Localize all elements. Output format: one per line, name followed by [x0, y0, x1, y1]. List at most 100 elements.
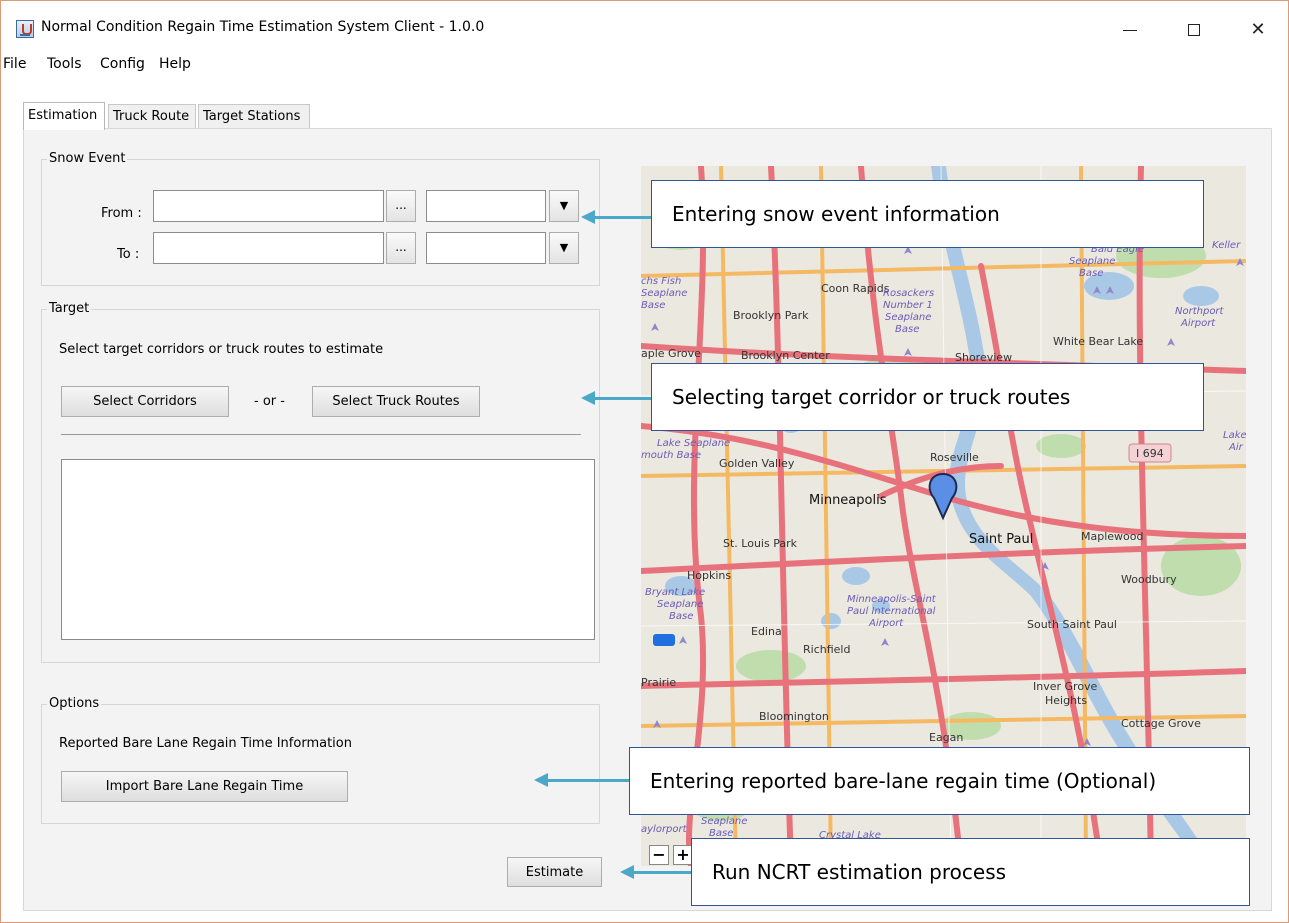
map-label-bald-eagle-3: Base — [1079, 268, 1104, 279]
minimize-button[interactable] — [1107, 15, 1153, 45]
map-label-edina: Edina — [751, 625, 782, 638]
from-date-field[interactable] — [153, 190, 384, 222]
select-truck-routes-button[interactable]: Select Truck Routes — [312, 386, 480, 417]
map-label-keller: Keller — [1212, 240, 1241, 251]
map-label-coon-rapids: Coon Rapids — [821, 282, 890, 295]
chevron-down-icon: ▼ — [559, 241, 569, 254]
app-window: Normal Condition Regain Time Estimation … — [0, 0, 1289, 923]
from-date-picker-button[interactable]: ... — [386, 190, 416, 222]
select-corridors-button[interactable]: Select Corridors — [61, 386, 229, 417]
selected-targets-list[interactable] — [61, 459, 595, 640]
callout-snow-event: Entering snow event information — [651, 180, 1204, 248]
close-icon: ✕ — [1250, 19, 1266, 40]
map-label-msp: Minneapolis-Saint — [847, 594, 936, 605]
map-label-cottage-grove: Cottage Grove — [1121, 717, 1201, 730]
options-group — [41, 704, 600, 824]
callout-target: Selecting target corridor or truck route… — [651, 363, 1204, 431]
target-title: Target — [47, 301, 92, 316]
callout-arrow-run — [620, 865, 691, 879]
map-label-prairie: Prairie — [641, 676, 677, 689]
zoom-out-button[interactable]: − — [649, 845, 669, 865]
estimate-button[interactable]: Estimate — [507, 857, 602, 887]
map-label-maplewood: Maplewood — [1081, 530, 1144, 543]
from-time-field[interactable] — [426, 190, 546, 222]
map-label-bryant-2: Seaplane — [657, 599, 704, 610]
callout-run: Run NCRT estimation process — [691, 838, 1250, 906]
maximize-icon — [1188, 24, 1200, 36]
map-label-rosackers: Rosackers — [883, 288, 935, 299]
map-label-bloomington: Bloomington — [759, 710, 829, 723]
menu-config[interactable]: Config — [100, 56, 145, 72]
map-label-south-saint-paul: South Saint Paul — [1027, 618, 1117, 631]
map-label-bryant: Bryant Lake — [645, 587, 706, 598]
tab-estimation[interactable]: Estimation — [23, 102, 105, 130]
callout-arrow-target — [581, 391, 651, 405]
map-label-hopkins: Hopkins — [687, 569, 732, 582]
options-title: Options — [47, 696, 102, 711]
menu-help[interactable]: Help — [159, 56, 191, 72]
map-label-lake-air: Lake — [1223, 430, 1246, 441]
map-label-northport-2: Airport — [1181, 318, 1216, 329]
or-text: - or - — [254, 394, 285, 409]
snow-event-title: Snow Event — [47, 151, 128, 166]
target-separator — [61, 434, 581, 435]
map-label-inver-grove-2: Heights — [1045, 694, 1088, 707]
callout-arrow-snow-event — [581, 210, 651, 224]
map-label-lake-seaplane: Lake Seaplane — [657, 438, 731, 449]
menu-tools[interactable]: Tools — [47, 56, 82, 72]
map-label-fish-3: Base — [641, 300, 666, 311]
to-date-field[interactable] — [153, 232, 384, 264]
import-bare-lane-button[interactable]: Import Bare Lane Regain Time — [61, 771, 348, 802]
map-label-rosackers-4: Base — [895, 324, 920, 335]
map-label-maple-grove: aple Grove — [641, 347, 701, 360]
map-label-inver-grove: Inver Grove — [1033, 680, 1098, 693]
map-label-minneapolis: Minneapolis — [809, 493, 887, 508]
map-label-plymouth: mouth Base — [641, 450, 701, 461]
to-label: To : — [117, 247, 140, 262]
map-label-northport: Northport — [1175, 306, 1224, 317]
bare-lane-label: Reported Bare Lane Regain Time Informati… — [59, 736, 352, 751]
map-label-golden-valley: Golden Valley — [719, 457, 795, 470]
title-bar: Normal Condition Regain Time Estimation … — [1, 1, 1288, 45]
from-label: From : — [101, 206, 142, 221]
map-label-richfield: Richfield — [803, 643, 851, 656]
map-label-flyport: aylorport — [641, 824, 687, 835]
callout-arrow-bare-lane — [534, 773, 629, 787]
map-label-saint-paul: Saint Paul — [969, 532, 1034, 547]
target-instruction: Select target corridors or truck routes … — [59, 342, 384, 357]
map-label-rosackers-2: Number 1 — [883, 300, 933, 311]
zoom-in-button[interactable]: + — [673, 845, 693, 865]
map-label-fish-2: Seaplane — [641, 288, 688, 299]
map-label-brooklyn-center: Brooklyn Center — [741, 349, 830, 362]
map-label-bald-eagle-2: Seaplane — [1069, 256, 1116, 267]
map-label-woodbury: Woodbury — [1121, 573, 1177, 586]
window-title: Normal Condition Regain Time Estimation … — [41, 19, 485, 35]
map-label-seaplane-b: Seaplane — [701, 816, 748, 827]
map-label-i694: I 694 — [1136, 447, 1164, 460]
chevron-down-icon: ▼ — [559, 199, 569, 212]
tab-target-stations[interactable]: Target Stations — [198, 104, 310, 129]
map-label-rosackers-3: Seaplane — [885, 312, 932, 323]
maximize-button[interactable] — [1171, 15, 1217, 45]
map-label-st-louis-park: St. Louis Park — [723, 537, 797, 550]
map-label-msp-3: Airport — [869, 618, 904, 629]
map-label-msp-2: Paul International — [847, 606, 936, 617]
from-time-dropdown[interactable]: ▼ — [549, 190, 579, 222]
to-time-dropdown[interactable]: ▼ — [549, 232, 579, 264]
to-time-field[interactable] — [426, 232, 546, 264]
map-label-roseville: Roseville — [930, 451, 979, 464]
map-label-bryant-3: Base — [669, 611, 694, 622]
map-label-lake-air-2: Air — [1229, 442, 1243, 453]
close-button[interactable]: ✕ — [1235, 15, 1281, 45]
map-label-eagan: Eagan — [929, 731, 964, 744]
map-label-brooklyn-park: Brooklyn Park — [733, 309, 809, 322]
snow-event-group — [41, 159, 600, 286]
java-app-icon — [16, 20, 34, 38]
map-label-white-bear-lake: White Bear Lake — [1053, 335, 1144, 348]
callout-bare-lane: Entering reported bare-lane regain time … — [629, 747, 1250, 815]
minimize-icon — [1123, 29, 1137, 31]
menu-file[interactable]: File — [3, 56, 26, 72]
map-label-fish: chs Fish — [641, 276, 682, 287]
tab-truck-route[interactable]: Truck Route — [108, 104, 196, 129]
to-date-picker-button[interactable]: ... — [386, 232, 416, 264]
